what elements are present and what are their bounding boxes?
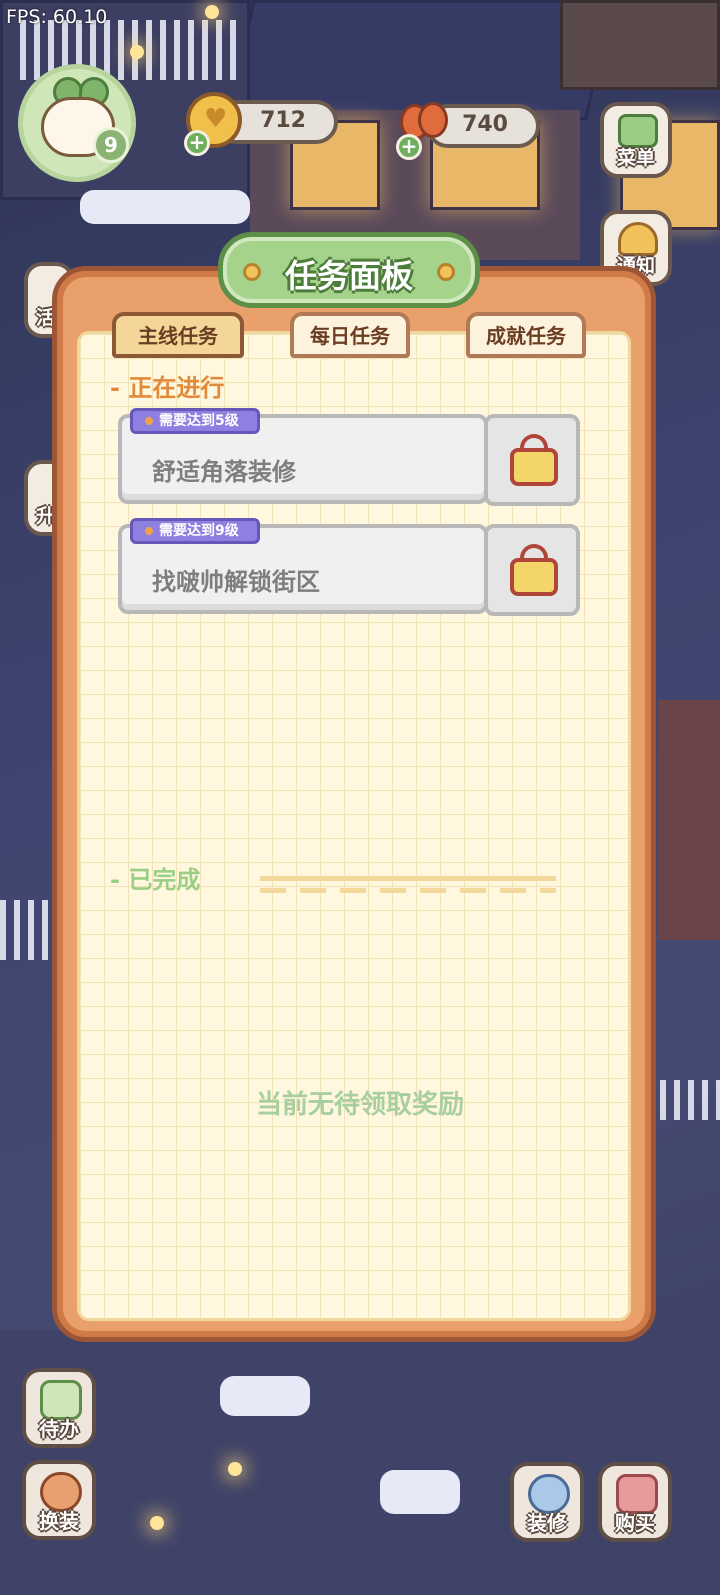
street-lamp: [150, 1516, 164, 1530]
task-item[interactable]: 找啵帅解锁街区 需要达到9级: [118, 518, 580, 616]
task-lock-button[interactable]: [484, 524, 580, 616]
fence: [0, 900, 50, 960]
snow-pile: [220, 1376, 310, 1416]
task-panel-title: 任务面板: [284, 257, 413, 295]
street-lamp: [130, 45, 144, 59]
carrot-value: 740: [462, 112, 508, 137]
decorate-label: 装修: [527, 1511, 567, 1535]
tab-daily-quests[interactable]: 每日任务: [290, 312, 410, 358]
snow-pile: [80, 190, 250, 224]
completed-section-label: - 已完成: [110, 866, 201, 894]
task-item[interactable]: 舒适角落装修 需要达到5级: [118, 408, 580, 506]
task-name: 舒适角落装修: [152, 458, 296, 486]
todo-button[interactable]: 待办: [22, 1368, 96, 1448]
level-requirement-tag: 需要达到9级: [130, 518, 260, 544]
decorate-button[interactable]: 装修: [510, 1462, 584, 1542]
buy-button[interactable]: 购买: [598, 1462, 672, 1542]
snow-pile: [380, 1470, 460, 1514]
house-wall: [658, 700, 720, 940]
tab-main-quests[interactable]: 主线任务: [112, 312, 244, 358]
lock-icon: [510, 448, 558, 486]
outfit-label: 换装: [39, 1509, 79, 1533]
tab-achievement-quests[interactable]: 成就任务: [466, 312, 586, 358]
ongoing-section-label: - 正在进行: [110, 374, 225, 402]
outfit-button[interactable]: 换装: [22, 1460, 96, 1540]
task-panel-title-banner: 任务面板: [218, 232, 480, 308]
buy-label: 购买: [615, 1511, 655, 1535]
todo-label: 待办: [39, 1417, 79, 1441]
task-lock-button[interactable]: [484, 414, 580, 506]
fps-counter: FPS: 60.10: [6, 6, 108, 28]
menu-button[interactable]: 菜单: [600, 102, 672, 178]
level-requirement-tag: 需要达到5级: [130, 408, 260, 434]
player-level-badge: 9: [93, 127, 129, 163]
player-avatar[interactable]: 9: [18, 64, 136, 182]
empty-rewards-message: 当前无待领取奖励: [255, 1090, 464, 1120]
street-lamp: [228, 1462, 242, 1476]
dashed-divider: [260, 876, 556, 894]
add-carrots-icon[interactable]: +: [396, 134, 422, 160]
street-lamp: [205, 5, 219, 19]
coin-value: 712: [260, 108, 306, 133]
task-name: 找啵帅解锁街区: [152, 568, 320, 596]
roof: [560, 0, 720, 90]
add-coins-icon[interactable]: +: [184, 130, 210, 156]
lock-icon: [510, 558, 558, 596]
menu-label: 菜单: [616, 147, 655, 169]
